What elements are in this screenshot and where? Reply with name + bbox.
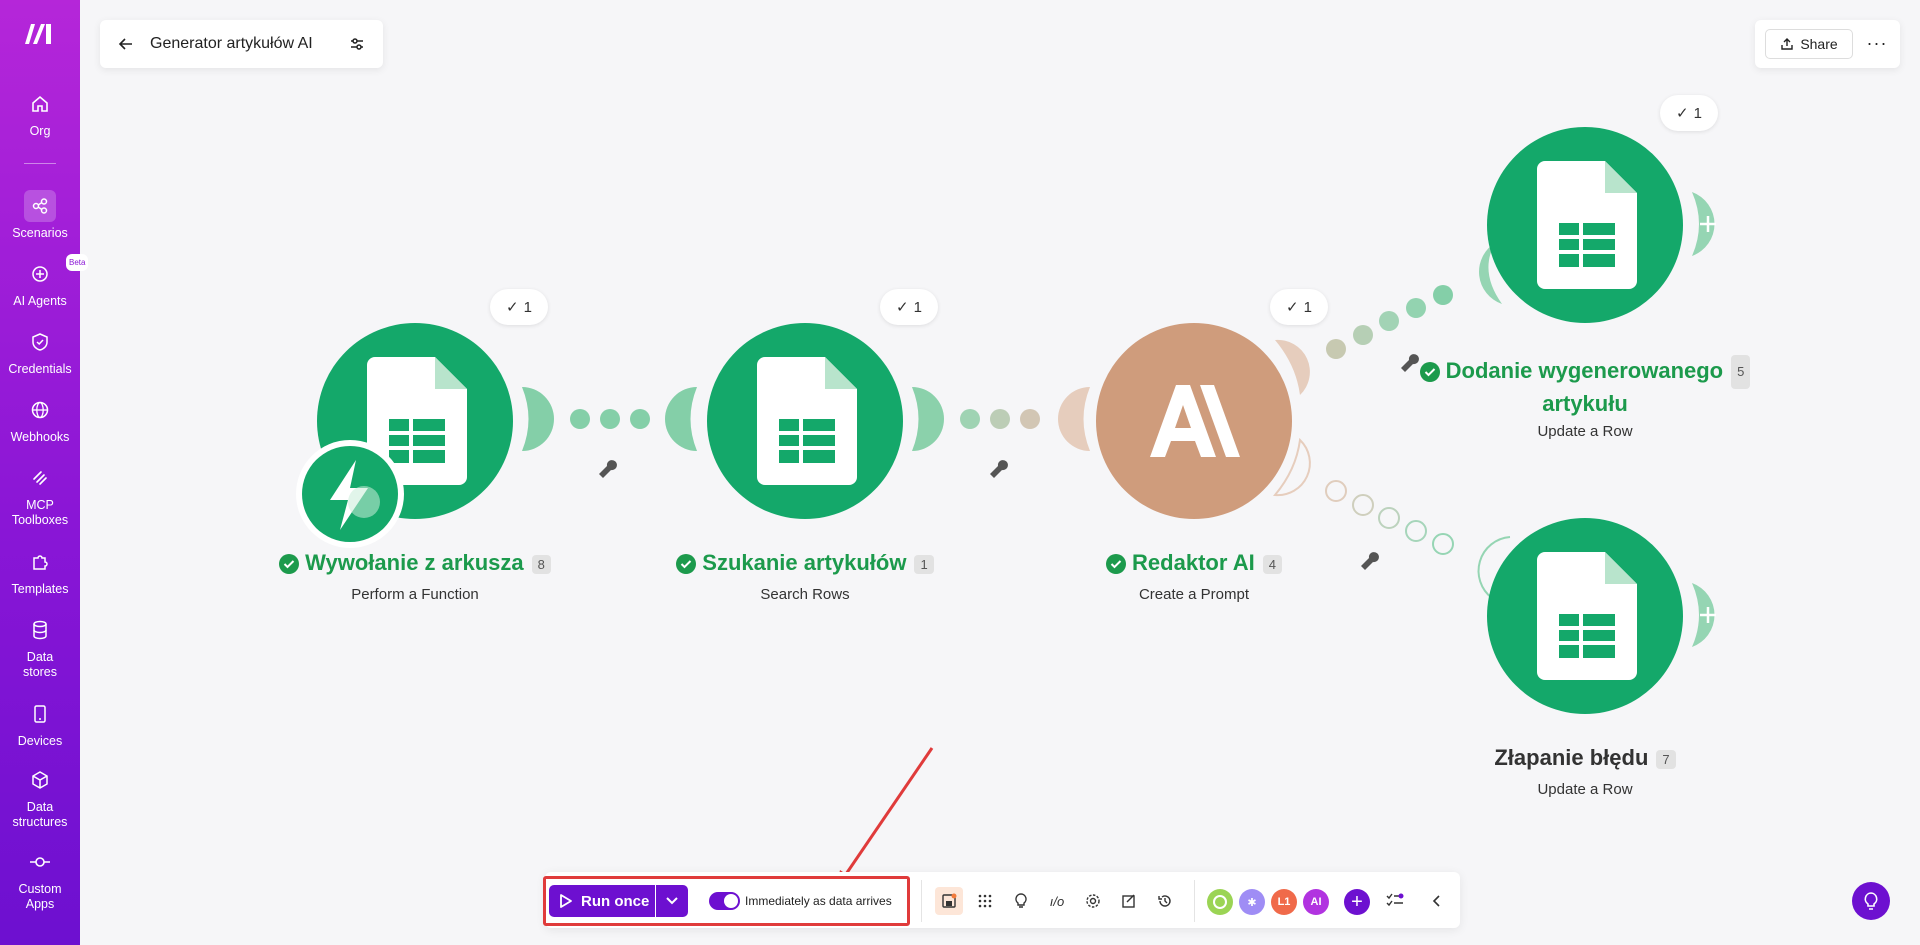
checklist-icon[interactable] (1381, 887, 1409, 915)
google-sheets-icon (1537, 552, 1637, 680)
connector-dot (570, 409, 590, 429)
module-subtitle: Search Rows (760, 586, 850, 603)
toolbar-divider (1194, 880, 1195, 922)
operations-badge[interactable]: ✓ 1 (880, 289, 938, 325)
wrench-icon (599, 460, 617, 478)
chevron-down-icon (666, 897, 678, 905)
success-check-icon (279, 554, 300, 575)
anthropic-logo-icon (1150, 385, 1240, 457)
wrench-icon (990, 460, 1008, 478)
module-zlapanie-bledu[interactable] (1487, 518, 1683, 714)
operations-badge[interactable]: ✓ 1 (490, 289, 548, 325)
connector-handle (522, 387, 554, 451)
operations-badge[interactable]: ✓ 1 (1270, 289, 1328, 325)
trigger-instant-icon (296, 440, 404, 548)
help-button[interactable] (1852, 882, 1890, 920)
app-icon-2[interactable]: ✱ (1239, 889, 1265, 915)
module-szukanie-artykulow[interactable] (707, 323, 903, 519)
module-title[interactable]: Redaktor AI 4 (1004, 550, 1384, 576)
connector-dot (1432, 533, 1454, 555)
app-icon-l1[interactable]: L1 (1271, 889, 1297, 915)
lightbulb-icon (1864, 892, 1878, 910)
check-double-icon: ✓ (506, 299, 519, 316)
module-id-badge: 4 (1262, 554, 1282, 574)
module-title[interactable]: Dodanie wygenerowanego 5 artykułu (1400, 355, 1770, 419)
check-double-icon: ✓ (1286, 299, 1299, 316)
module-id-badge: 7 (1656, 749, 1676, 769)
add-app-button[interactable]: + (1344, 889, 1370, 915)
save-icon[interactable] (935, 887, 963, 915)
connector-dot (1353, 325, 1373, 345)
io-icon[interactable]: ı/o (1043, 887, 1071, 915)
run-once-button[interactable]: Run once (549, 885, 655, 917)
module-dodanie-artykulu[interactable] (1487, 127, 1683, 323)
connector-dot (1020, 409, 1040, 429)
module-title[interactable]: Wywołanie z arkusza 8 (225, 550, 605, 576)
connector-dot (1325, 480, 1347, 502)
operations-badge[interactable]: ✓ 1 (1660, 95, 1718, 131)
google-sheets-icon (757, 357, 857, 485)
module-title[interactable]: Złapanie błędu 7 (1400, 745, 1770, 771)
lightbulb-icon[interactable] (1007, 887, 1035, 915)
connector-handle (665, 387, 697, 451)
collapse-chevron-icon[interactable] (1422, 887, 1450, 915)
connector-dot (1326, 339, 1346, 359)
run-options-dropdown[interactable] (656, 885, 688, 917)
google-sheets-icon (1537, 161, 1637, 289)
connector-dot (1433, 285, 1453, 305)
connector-dot (960, 409, 980, 429)
check-double-icon: ✓ (896, 299, 909, 316)
connector-dot (1378, 507, 1400, 529)
module-id-badge: 5 (1731, 355, 1751, 389)
grid-icon[interactable] (971, 887, 999, 915)
connector-dot (990, 409, 1010, 429)
module-id-badge: 8 (531, 554, 551, 574)
module-subtitle: Perform a Function (351, 586, 479, 603)
module-id-badge: 1 (914, 554, 934, 574)
connector-handle (912, 387, 944, 451)
connector-dot (600, 409, 620, 429)
connector-dot (1405, 520, 1427, 542)
gear-icon[interactable] (1079, 887, 1107, 915)
history-icon[interactable] (1151, 887, 1179, 915)
connector-dot (1379, 311, 1399, 331)
success-check-icon (676, 554, 697, 575)
play-icon (560, 894, 572, 908)
connector-handle (1058, 387, 1090, 451)
module-subtitle: Update a Row (1537, 781, 1633, 798)
success-check-icon (1106, 554, 1127, 575)
connector-dot (1352, 494, 1374, 516)
module-redaktor-ai[interactable] (1096, 323, 1292, 519)
success-check-icon (1419, 362, 1440, 382)
app-icon-1[interactable] (1207, 889, 1233, 915)
module-subtitle: Update a Row (1537, 423, 1633, 440)
connector-dot (630, 409, 650, 429)
schedule-toggle[interactable] (709, 892, 740, 910)
module-subtitle: Create a Prompt (1138, 586, 1250, 603)
schedule-label: Immediately as data arrives (745, 894, 892, 908)
module-title[interactable]: Szukanie artykułów 1 (615, 550, 995, 576)
app-icon-ai[interactable]: AI (1303, 889, 1329, 915)
notes-icon[interactable] (1115, 887, 1143, 915)
connector-dot (1406, 298, 1426, 318)
toolbar-divider (921, 880, 922, 922)
check-double-icon: ✓ (1676, 105, 1689, 122)
